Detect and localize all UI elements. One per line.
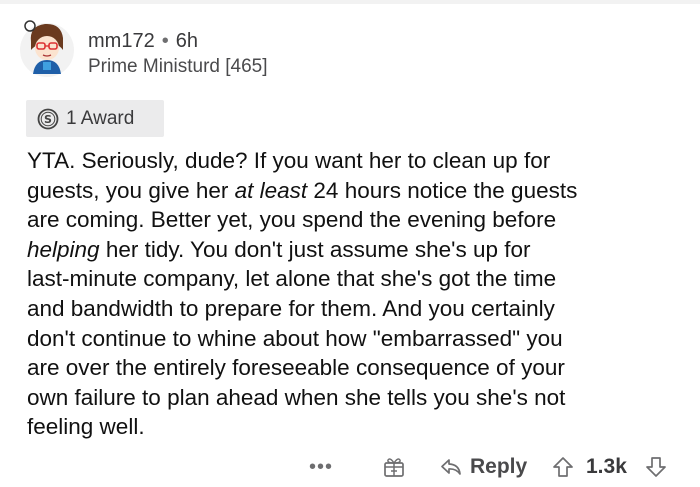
comment-body-line: own failure to plan ahead when she tells… (27, 383, 687, 413)
comment-actions: ••• Reply 1.3k (0, 452, 700, 482)
body-text-segment: 24 hours notice the guests (307, 177, 578, 203)
emphasis-text: at least (234, 177, 308, 203)
comment-body-line: helping her tidy. You don't just assume … (27, 235, 687, 265)
avatar-icon (20, 20, 74, 77)
comment-body-line: and bandwidth to prepare for them. And y… (27, 294, 687, 324)
comment-header: mm172 • 6h (88, 29, 198, 53)
comment-body-line: are over the entirely foreseeable conseq… (27, 353, 687, 383)
svg-text:S: S (44, 113, 52, 126)
comment-body-line: last-minute company, let alone that she'… (27, 264, 687, 294)
comment-body-line: guests, you give her at least 24 hours n… (27, 176, 687, 206)
body-text-segment: her tidy. You don't just assume she's up… (99, 236, 531, 262)
more-options-button[interactable]: ••• (309, 456, 333, 479)
comment-body: YTA. Seriously, dude? If you want her to… (27, 146, 687, 442)
comment-body-line: feeling well. (27, 412, 687, 442)
body-text-segment: and bandwidth to prepare for them. And y… (27, 295, 555, 321)
body-text-segment: own failure to plan ahead when she tells… (27, 384, 566, 410)
reply-button[interactable]: Reply (470, 455, 527, 479)
upvote-arrow-icon[interactable] (553, 456, 573, 478)
body-text-segment: YTA. Seriously, dude? If you want her to… (27, 148, 551, 173)
comment-body-line: YTA. Seriously, dude? If you want her to… (27, 146, 687, 176)
award-label: 1 Award (66, 107, 135, 129)
reply-arrow-icon[interactable] (440, 457, 462, 477)
comment-body-line: are coming. Better yet, you spend the ev… (27, 205, 687, 235)
body-text-segment: are over the entirely foreseeable conseq… (27, 355, 565, 381)
vote-score: 1.3k (586, 455, 627, 478)
award-badge[interactable]: S 1 Award (26, 100, 164, 137)
body-text-segment: last-minute company, let alone that she'… (27, 266, 557, 292)
body-text-segment: don't continue to whine about how "embar… (27, 325, 563, 351)
username[interactable]: mm172 (88, 30, 155, 52)
emphasis-text: helping (27, 236, 100, 262)
gift-icon[interactable] (383, 456, 405, 478)
silver-award-icon: S (37, 108, 59, 129)
user-flair: Prime Ministurd [465] (88, 56, 268, 77)
body-text-segment: are coming. Better yet, you spend the ev… (27, 207, 557, 233)
body-text-segment: guests, you give her (27, 177, 235, 203)
avatar[interactable] (17, 12, 77, 78)
body-text-segment: feeling well. (27, 414, 145, 440)
comment-body-line: don't continue to whine about how "embar… (27, 324, 687, 354)
separator-dot: • (161, 30, 169, 52)
comment-age[interactable]: 6h (176, 30, 198, 52)
top-divider (0, 0, 700, 4)
downvote-arrow-icon[interactable] (646, 456, 666, 478)
